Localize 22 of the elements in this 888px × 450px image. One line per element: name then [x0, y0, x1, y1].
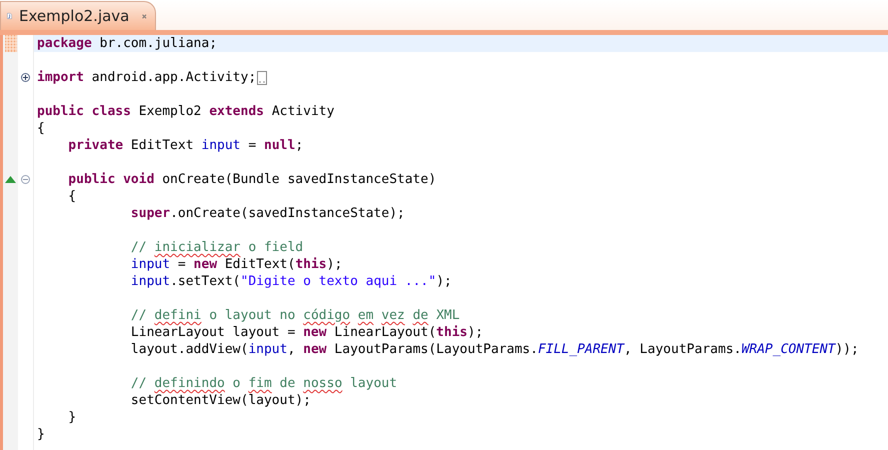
code-line: { — [67, 188, 76, 205]
code-line: { — [37, 120, 45, 137]
code-line: input.setText("Digite o texto aqui ..."); — [130, 273, 452, 290]
code-line: LinearLayout layout = new LinearLayout(this); — [130, 324, 484, 341]
code-line: // definindo o fim de nosso layout — [130, 375, 398, 392]
code-line: input = new EditText(this); — [130, 256, 342, 273]
code-line: layout.addView(input, new LayoutParams(LayoutParams.FILL_PARENT, LayoutParams.WRAP_CONTENT)); — [130, 341, 859, 358]
folded-code-icon[interactable] — [257, 70, 268, 84]
code-line: public class Exemplo2 extends Activity — [37, 103, 334, 120]
expand-icon[interactable] — [21, 73, 30, 82]
code-line: import android.app.Activity; — [37, 69, 256, 86]
code-line: // inicializar o field — [130, 239, 304, 256]
code-line: setContentView(layout); — [130, 392, 311, 409]
collapse-icon[interactable] — [21, 175, 30, 184]
code-line: // defini o layout no código em vez de XML — [130, 307, 460, 324]
code-line: super.onCreate(savedInstanceState); — [130, 205, 405, 222]
code-line: } — [67, 409, 76, 426]
code-line: private EditText input = null; — [67, 137, 304, 154]
editor-tab[interactable]: Exemplo2.java — [0, 1, 156, 30]
code-line: package br.com.juliana; — [37, 35, 218, 52]
code-line: } — [37, 426, 45, 443]
code-line: public void onCreate(Bundle savedInstanceState) — [67, 171, 436, 188]
